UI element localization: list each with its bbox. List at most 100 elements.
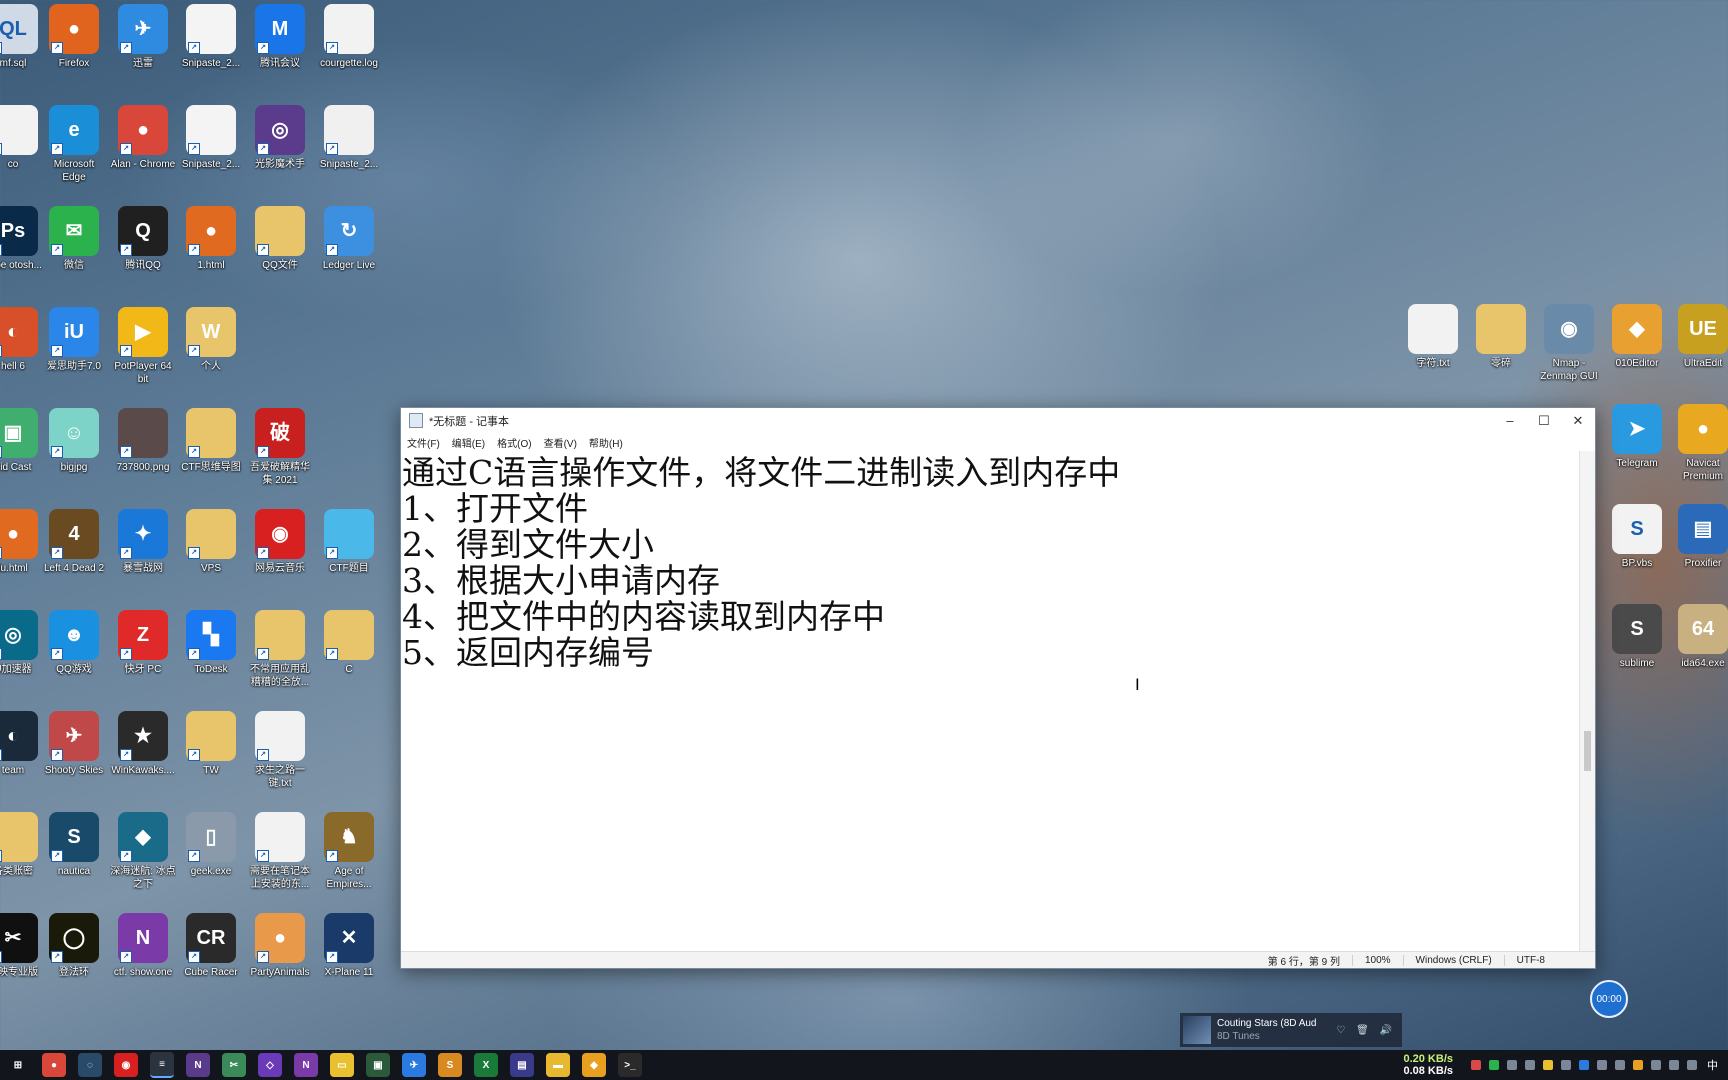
notepad-window[interactable]: *无标题 - 记事本 – ☐ ✕ 文件(F) 编辑(E) 格式(O) 查看(V)… <box>400 407 1596 969</box>
desktop-icon[interactable]: ➤ Telegram <box>1604 400 1670 470</box>
desktop-icon[interactable]: ● ↗ PartyAnimals <box>247 909 313 979</box>
desktop-icon[interactable]: M ↗ 腾讯会议 <box>247 0 313 70</box>
desktop-icon[interactable]: ↻ ↗ Ledger Live <box>316 202 382 272</box>
taskbar-snip-icon[interactable]: ✂ <box>222 1053 246 1077</box>
tray-icon[interactable] <box>1651 1060 1661 1070</box>
tray-icon[interactable] <box>1471 1060 1481 1070</box>
taskbar-screen-icon[interactable]: ▣ <box>366 1053 390 1077</box>
desktop-icon[interactable]: ↗ co <box>0 101 46 171</box>
desktop-icon[interactable]: 64 ida64.exe <box>1670 600 1728 670</box>
taskbar-x64dbg-icon[interactable]: ▤ <box>510 1053 534 1077</box>
desktop-icon[interactable]: ↗ courgette.log <box>316 0 382 70</box>
desktop-icon[interactable]: ↗ 求生之路一键.txt <box>247 707 313 790</box>
desktop-icon[interactable]: ◆ ↗ 深海迷航: 冰点之下 <box>110 808 176 891</box>
desktop-icon[interactable]: Q ↗ 腾讯QQ <box>110 202 176 272</box>
desktop-icon[interactable]: 破 ↗ 吾爱破解精华集 2021 <box>247 404 313 487</box>
taskbar-notepad-icon[interactable]: ≡ <box>150 1052 174 1078</box>
tray-icon[interactable] <box>1579 1060 1589 1070</box>
desktop-icon[interactable]: ↗ CTF思维导图 <box>178 404 244 474</box>
taskbar-terminal-icon[interactable]: >_ <box>618 1053 642 1077</box>
desktop-icon[interactable]: S ↗ nautica <box>41 808 107 878</box>
desktop-icon[interactable]: ◐↗ hell 6 <box>0 303 46 373</box>
desktop-icon[interactable]: ▤ Proxifier <box>1670 500 1728 570</box>
desktop-icon[interactable]: ◐↗ team <box>0 707 46 777</box>
tray-icon[interactable] <box>1615 1060 1625 1070</box>
desktop-icon[interactable]: ↗ Snipaste_2... <box>178 101 244 171</box>
desktop-icon[interactable]: ↗ 需要在笔记本上安装的东... <box>247 808 313 891</box>
desktop-icon[interactable]: S BP.vbs <box>1604 500 1670 570</box>
menu-edit[interactable]: 编辑(E) <box>452 435 485 450</box>
desktop-icon[interactable]: ◯ ↗ 登法环 <box>41 909 107 979</box>
scrollbar-thumb[interactable] <box>1584 731 1591 771</box>
desktop-icon[interactable]: CR ↗ Cube Racer <box>178 909 244 979</box>
tray-icon[interactable] <box>1687 1060 1697 1070</box>
desktop-icon[interactable]: UE UltraEdit <box>1670 300 1728 370</box>
taskbar-onenote2-icon[interactable]: N <box>294 1053 318 1077</box>
desktop-icon[interactable]: ↗ 737800.png <box>110 404 176 474</box>
taskbar-xunlei-icon[interactable]: ✈ <box>402 1053 426 1077</box>
text-editor-area[interactable]: 通过C语言操作文件，将文件二进制读入到内存中 1、打开文件 2、得到文件大小 3… <box>401 451 1579 952</box>
taskbar-onenote-icon[interactable]: N <box>186 1053 210 1077</box>
desktop-icon[interactable]: ◉ ↗ 网易云音乐 <box>247 505 313 575</box>
desktop-icon[interactable]: ▯ ↗ geek.exe <box>178 808 244 878</box>
desktop-icon[interactable]: ↗ VPS <box>178 505 244 575</box>
menu-help[interactable]: 帮助(H) <box>589 435 623 450</box>
desktop-icon[interactable]: ↗ QQ文件 <box>247 202 313 272</box>
desktop-icon[interactable]: ●↗ lu.html <box>0 505 46 575</box>
maximize-button[interactable]: ☐ <box>1527 413 1561 429</box>
desktop-icon[interactable]: ✦ ↗ 暴雪战网 <box>110 505 176 575</box>
close-button[interactable]: ✕ <box>1561 413 1595 429</box>
desktop-icon[interactable]: ↗ Snipaste_2... <box>316 101 382 171</box>
desktop-icon[interactable]: ↗ 不常用应用乱糟糟的全放... <box>247 606 313 689</box>
desktop-icon[interactable]: ☻ ↗ QQ游戏 <box>41 606 107 676</box>
desktop-icon[interactable]: ✕ ↗ X-Plane 11 <box>316 909 382 979</box>
desktop-icon[interactable]: ↗ TW <box>178 707 244 777</box>
desktop-icon[interactable]: ▚ ↗ ToDesk <box>178 606 244 676</box>
desktop-icon[interactable]: ✈ ↗ Shooty Skies <box>41 707 107 777</box>
desktop-icon[interactable]: N ↗ ctf. show.one <box>110 909 176 979</box>
desktop-icon[interactable]: Ssublime <box>1604 600 1670 670</box>
menu-file[interactable]: 文件(F) <box>407 435 440 450</box>
taskbar-folder-icon[interactable]: ◆ <box>582 1053 606 1077</box>
desktop-icon[interactable]: ● Navicat Premium <box>1670 400 1728 483</box>
desktop-icon[interactable]: ◎↗ U加速器 <box>0 606 46 676</box>
desktop-icon[interactable]: ↗ Snipaste_2... <box>178 0 244 70</box>
desktop-icon[interactable]: ↗ CTF题目 <box>316 505 382 575</box>
taskbar-vs-icon[interactable]: ◇ <box>258 1053 282 1077</box>
desktop-icon[interactable]: ✂↗ 剪映专业版 <box>0 909 46 979</box>
desktop-icon[interactable]: ● ↗ 1.html <box>178 202 244 272</box>
tray-icon[interactable] <box>1507 1060 1517 1070</box>
desktop-icon[interactable]: ◉ Nmap - Zenmap GUI <box>1536 300 1602 383</box>
tray-icon[interactable] <box>1489 1060 1499 1070</box>
desktop-icon[interactable]: 零碎 <box>1468 300 1534 370</box>
desktop-icon[interactable]: W ↗ 个人 <box>178 303 244 373</box>
vertical-scrollbar[interactable] <box>1579 451 1595 952</box>
desktop-icon[interactable]: ◆ 010Editor <box>1604 300 1670 370</box>
desktop-icon[interactable]: Z ↗ 快牙 PC <box>110 606 176 676</box>
taskbar-start-icon[interactable]: ⊞ <box>6 1053 30 1077</box>
taskbar-excel-icon[interactable]: X <box>474 1053 498 1077</box>
timer-badge[interactable]: 00:00 <box>1590 980 1628 1018</box>
menu-view[interactable]: 查看(V) <box>544 435 577 450</box>
desktop-icon[interactable]: ☺ ↗ bigjpg <box>41 404 107 474</box>
desktop-icon[interactable]: ✈ ↗ 迅雷 <box>110 0 176 70</box>
desktop-icon[interactable]: 4 ↗ Left 4 Dead 2 <box>41 505 107 575</box>
desktop-icon[interactable]: ↗ 各类账密 <box>0 808 46 878</box>
title-bar[interactable]: *无标题 - 记事本 – ☐ ✕ <box>401 408 1595 433</box>
desktop-icon[interactable]: ● ↗ Firefox <box>41 0 107 70</box>
desktop-icon[interactable]: ◎ ↗ 光影魔术手 <box>247 101 313 171</box>
tray-icon[interactable] <box>1525 1060 1535 1070</box>
taskbar-explorer-icon[interactable]: ▬ <box>546 1053 570 1077</box>
desktop-icon[interactable]: 字符.txt <box>1400 300 1466 370</box>
tray-icon[interactable] <box>1561 1060 1571 1070</box>
desktop-icon[interactable]: ♞ ↗ Age of Empires... <box>316 808 382 891</box>
desktop-icon[interactable]: ▶ ↗ PotPlayer 64 bit <box>110 303 176 386</box>
tray-icon[interactable] <box>1543 1060 1553 1070</box>
input-language[interactable]: 中 <box>1707 1057 1718 1073</box>
desktop-icon[interactable]: Ps↗ dobe otosh... <box>0 202 46 272</box>
desktop-icon[interactable]: e ↗ Microsoft Edge <box>41 101 107 184</box>
tray-icon[interactable] <box>1669 1060 1679 1070</box>
desktop-icon[interactable]: ▣↗ oid Cast <box>0 404 46 474</box>
taskbar-netease-icon[interactable]: ◉ <box>114 1053 138 1077</box>
tray-icon[interactable] <box>1597 1060 1607 1070</box>
